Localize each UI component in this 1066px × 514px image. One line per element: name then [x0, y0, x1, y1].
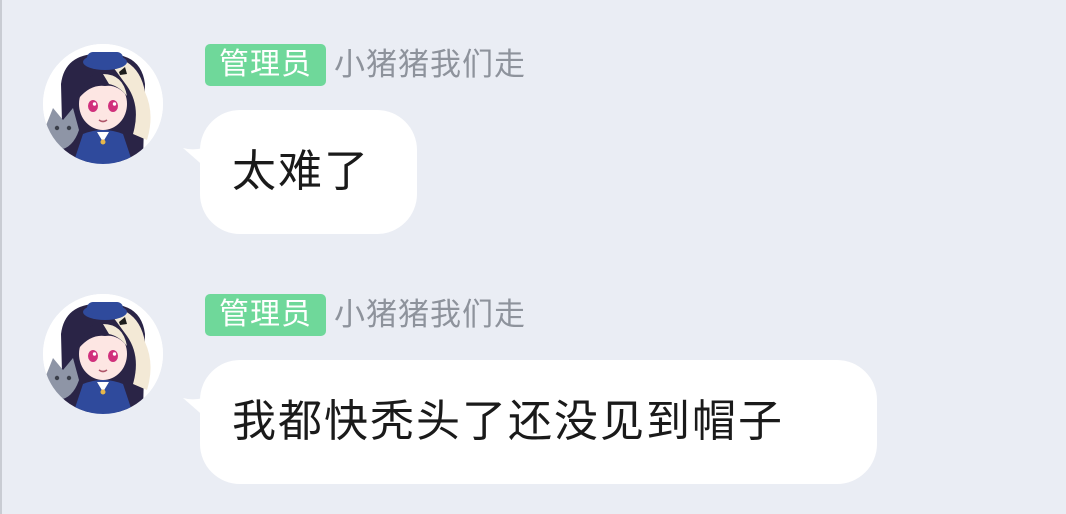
sender-nickname[interactable]: 小猪猪我们走: [334, 44, 526, 86]
sender-avatar[interactable]: [43, 294, 163, 414]
admin-role-badge: 管理员: [205, 294, 326, 336]
message-bubble[interactable]: 我都快秃头了还没见到帽子: [200, 360, 877, 484]
admin-role-badge: 管理员: [205, 44, 326, 86]
message-bubble[interactable]: 太难了: [200, 110, 417, 234]
anime-girl-avatar-icon: [43, 44, 163, 164]
anime-girl-avatar-icon: [43, 294, 163, 414]
sender-info: 管理员 小猪猪我们走: [205, 293, 526, 337]
sender-avatar[interactable]: [43, 44, 163, 164]
window-left-border: [0, 0, 2, 514]
sender-nickname[interactable]: 小猪猪我们走: [334, 294, 526, 336]
sender-info: 管理员 小猪猪我们走: [205, 43, 526, 87]
